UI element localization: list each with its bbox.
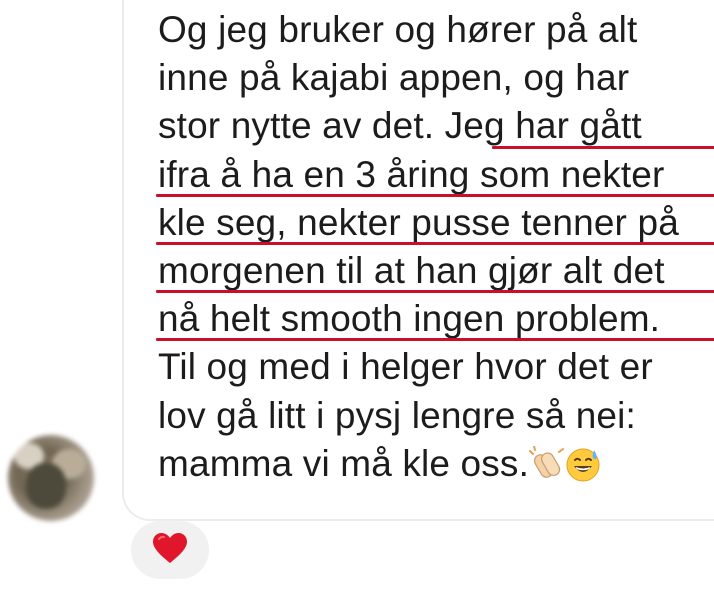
- message-text: Og jeg bruker og hører på alt inne på ka…: [156, 6, 714, 488]
- message-line: morgenen til at han gjør alt det: [156, 247, 714, 295]
- grinning-sweat-icon: [565, 446, 601, 488]
- message-line: Til og med i helger hvor det er: [158, 346, 653, 388]
- underline: [156, 290, 714, 294]
- message-line: ifra å ha en 3 åring som nekter: [156, 151, 714, 199]
- clapping-hands-icon: [529, 444, 565, 488]
- underline: [156, 338, 714, 342]
- avatar[interactable]: [8, 435, 94, 521]
- heart-icon: [151, 531, 189, 570]
- message-line: lov gå litt i pysj lengre så nei:: [158, 394, 636, 436]
- heart-reaction[interactable]: [131, 521, 209, 579]
- underline: [492, 145, 714, 149]
- message-line: nå helt smooth ingen problem.: [156, 295, 714, 343]
- message-line: stor nytte av det. Jeg har gått: [158, 102, 714, 150]
- message-line: inne på kajabi appen, og har: [158, 57, 630, 99]
- message-line: kle seg, nekter pusse tenner på: [156, 199, 714, 247]
- underline: [156, 241, 714, 245]
- message-line: Og jeg bruker og hører på alt: [158, 9, 638, 50]
- underline: [156, 193, 714, 197]
- message-line: mamma vi må kle oss.: [158, 440, 714, 488]
- avatar-detail: [26, 463, 66, 509]
